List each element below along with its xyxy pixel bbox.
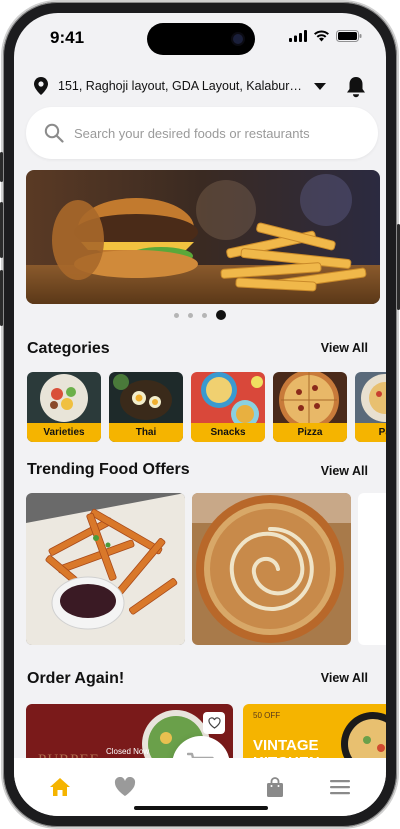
category-card-varieties[interactable]: Varieties: [27, 372, 101, 442]
wifi-icon: [314, 30, 329, 42]
home-indicator[interactable]: [134, 806, 268, 810]
order-card-brand-text: VINTAGE: [253, 737, 319, 754]
nav-home[interactable]: [40, 767, 80, 807]
order-again-title: Order Again!: [27, 670, 125, 687]
chevron-down-icon[interactable]: [314, 82, 326, 90]
closed-now-label: Closed Now: [106, 747, 150, 756]
pagination-dot[interactable]: [174, 312, 179, 318]
home-icon: [50, 778, 71, 796]
pagination-dot[interactable]: [188, 312, 193, 318]
status-icons: [289, 30, 362, 42]
category-label: Pizza: [273, 423, 347, 442]
search-bar[interactable]: [26, 107, 378, 159]
promo-offer-text: 50 OFF: [253, 711, 280, 720]
category-label: Snacks: [191, 423, 265, 442]
menu-icon: [329, 780, 350, 795]
bag-icon: [266, 776, 283, 797]
trending-offers-list: [26, 493, 386, 645]
app-screen: 9:41 151, Raghoji layout, GDA Layout, Ka…: [14, 13, 386, 816]
heart-outline-icon: [207, 717, 221, 729]
nav-orders[interactable]: [255, 767, 295, 807]
heart-icon: [115, 777, 136, 796]
battery-icon: [336, 30, 362, 42]
search-input[interactable]: [74, 125, 344, 141]
category-card-snacks[interactable]: Snacks: [191, 372, 265, 442]
trending-view-all-link[interactable]: View All: [321, 464, 368, 478]
signal-icon: [289, 30, 307, 42]
location-pin-icon: [34, 77, 48, 95]
search-icon: [44, 123, 64, 143]
location-bar[interactable]: 151, Raghoji layout, GDA Layout, Kalabur…: [14, 66, 386, 106]
delivery-address: 151, Raghoji layout, GDA Layout, Kalabur…: [58, 79, 304, 93]
trending-title: Trending Food Offers: [27, 461, 190, 478]
status-time: 9:41: [50, 28, 85, 47]
category-card-pasta[interactable]: Pasta: [355, 372, 386, 442]
category-label: Thai: [109, 423, 183, 442]
categories-view-all-link[interactable]: View All: [321, 341, 368, 355]
categories-list: Varieties Thai Snacks Pizza P: [27, 372, 386, 442]
dynamic-island: [147, 23, 255, 55]
pagination-dot[interactable]: [202, 312, 207, 318]
nav-menu[interactable]: [320, 767, 360, 807]
phone-frame: 9:41 151, Raghoji layout, GDA Layout, Ka…: [0, 2, 400, 827]
volume-up-button: [0, 202, 3, 258]
favorite-button[interactable]: [203, 712, 225, 734]
nav-favorites[interactable]: [105, 767, 145, 807]
category-label: Pasta: [355, 423, 386, 442]
trending-offer-card-pizza[interactable]: [192, 493, 351, 645]
trending-offer-card-partial[interactable]: [358, 493, 386, 645]
notification-bell-icon[interactable]: [346, 76, 366, 103]
volume-down-button: [0, 270, 3, 326]
front-camera: [233, 34, 243, 44]
mute-switch: [0, 152, 3, 182]
category-label: Varieties: [27, 423, 101, 442]
pagination-dot-active[interactable]: [216, 310, 226, 320]
trending-offer-card-fries[interactable]: [26, 493, 185, 645]
banner-pagination[interactable]: [14, 310, 386, 320]
category-card-pizza[interactable]: Pizza: [273, 372, 347, 442]
promo-banner-image[interactable]: [26, 170, 380, 304]
status-bar: 9:41: [14, 13, 386, 65]
categories-title: Categories: [27, 340, 110, 357]
order-again-view-all-link[interactable]: View All: [321, 671, 368, 685]
category-card-thai[interactable]: Thai: [109, 372, 183, 442]
